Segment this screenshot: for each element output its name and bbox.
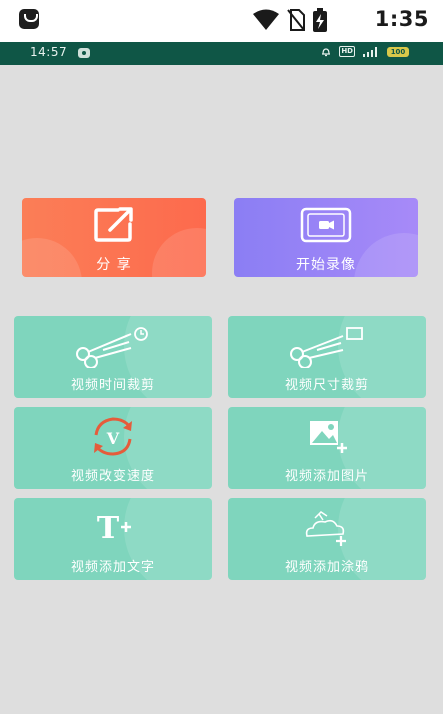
start-recording-button[interactable]: 开始录像: [234, 198, 418, 277]
bell-icon: [322, 47, 331, 56]
scissors-frame-icon: [287, 322, 367, 372]
captured-clock: 14:57: [30, 45, 68, 59]
video-add-image-button[interactable]: 视频添加图片: [228, 407, 426, 489]
video-time-trim-label: 视频时间裁剪: [70, 378, 155, 393]
add-image-icon: [302, 413, 352, 463]
main-content: 分 享 开始录像 视频时间裁剪 视频尺寸裁剪 V 视频改变速度 视频添加图片 T…: [0, 65, 443, 714]
add-doodle-icon: [297, 504, 357, 554]
camera-record-icon: [298, 206, 354, 248]
app-notification-icon: [19, 9, 39, 29]
system-clock: 1:35: [374, 7, 429, 31]
wifi-icon: [253, 9, 279, 30]
no-sim-icon: [287, 9, 305, 31]
speed-cycle-icon: V: [88, 413, 138, 463]
video-add-text-button[interactable]: T 视频添加文字: [14, 498, 212, 580]
signal-icon: [363, 46, 377, 57]
captured-status-bar: 14:57 HD 100: [0, 42, 443, 65]
battery-charging-icon: [313, 8, 327, 32]
start-recording-label: 开始录像: [296, 257, 356, 273]
add-text-icon: T: [88, 504, 138, 554]
video-add-text-label: 视频添加文字: [70, 560, 155, 575]
screen-record-indicator-icon: [78, 48, 90, 58]
svg-text:T: T: [97, 511, 120, 546]
hd-badge: HD: [339, 46, 355, 57]
video-add-doodle-button[interactable]: 视频添加涂鸦: [228, 498, 426, 580]
video-size-crop-button[interactable]: 视频尺寸裁剪: [228, 316, 426, 398]
battery-level: 100: [387, 46, 409, 57]
share-icon: [92, 206, 136, 248]
scissors-clock-icon: [73, 322, 153, 372]
video-size-crop-label: 视频尺寸裁剪: [284, 378, 369, 393]
svg-text:V: V: [106, 429, 120, 448]
video-add-image-label: 视频添加图片: [284, 469, 369, 484]
system-status-bar: 1:35: [0, 0, 443, 42]
video-change-speed-label: 视频改变速度: [70, 469, 155, 484]
share-button[interactable]: 分 享: [22, 198, 206, 277]
share-label: 分 享: [96, 257, 132, 273]
video-change-speed-button[interactable]: V 视频改变速度: [14, 407, 212, 489]
video-add-doodle-label: 视频添加涂鸦: [284, 560, 369, 575]
video-time-trim-button[interactable]: 视频时间裁剪: [14, 316, 212, 398]
